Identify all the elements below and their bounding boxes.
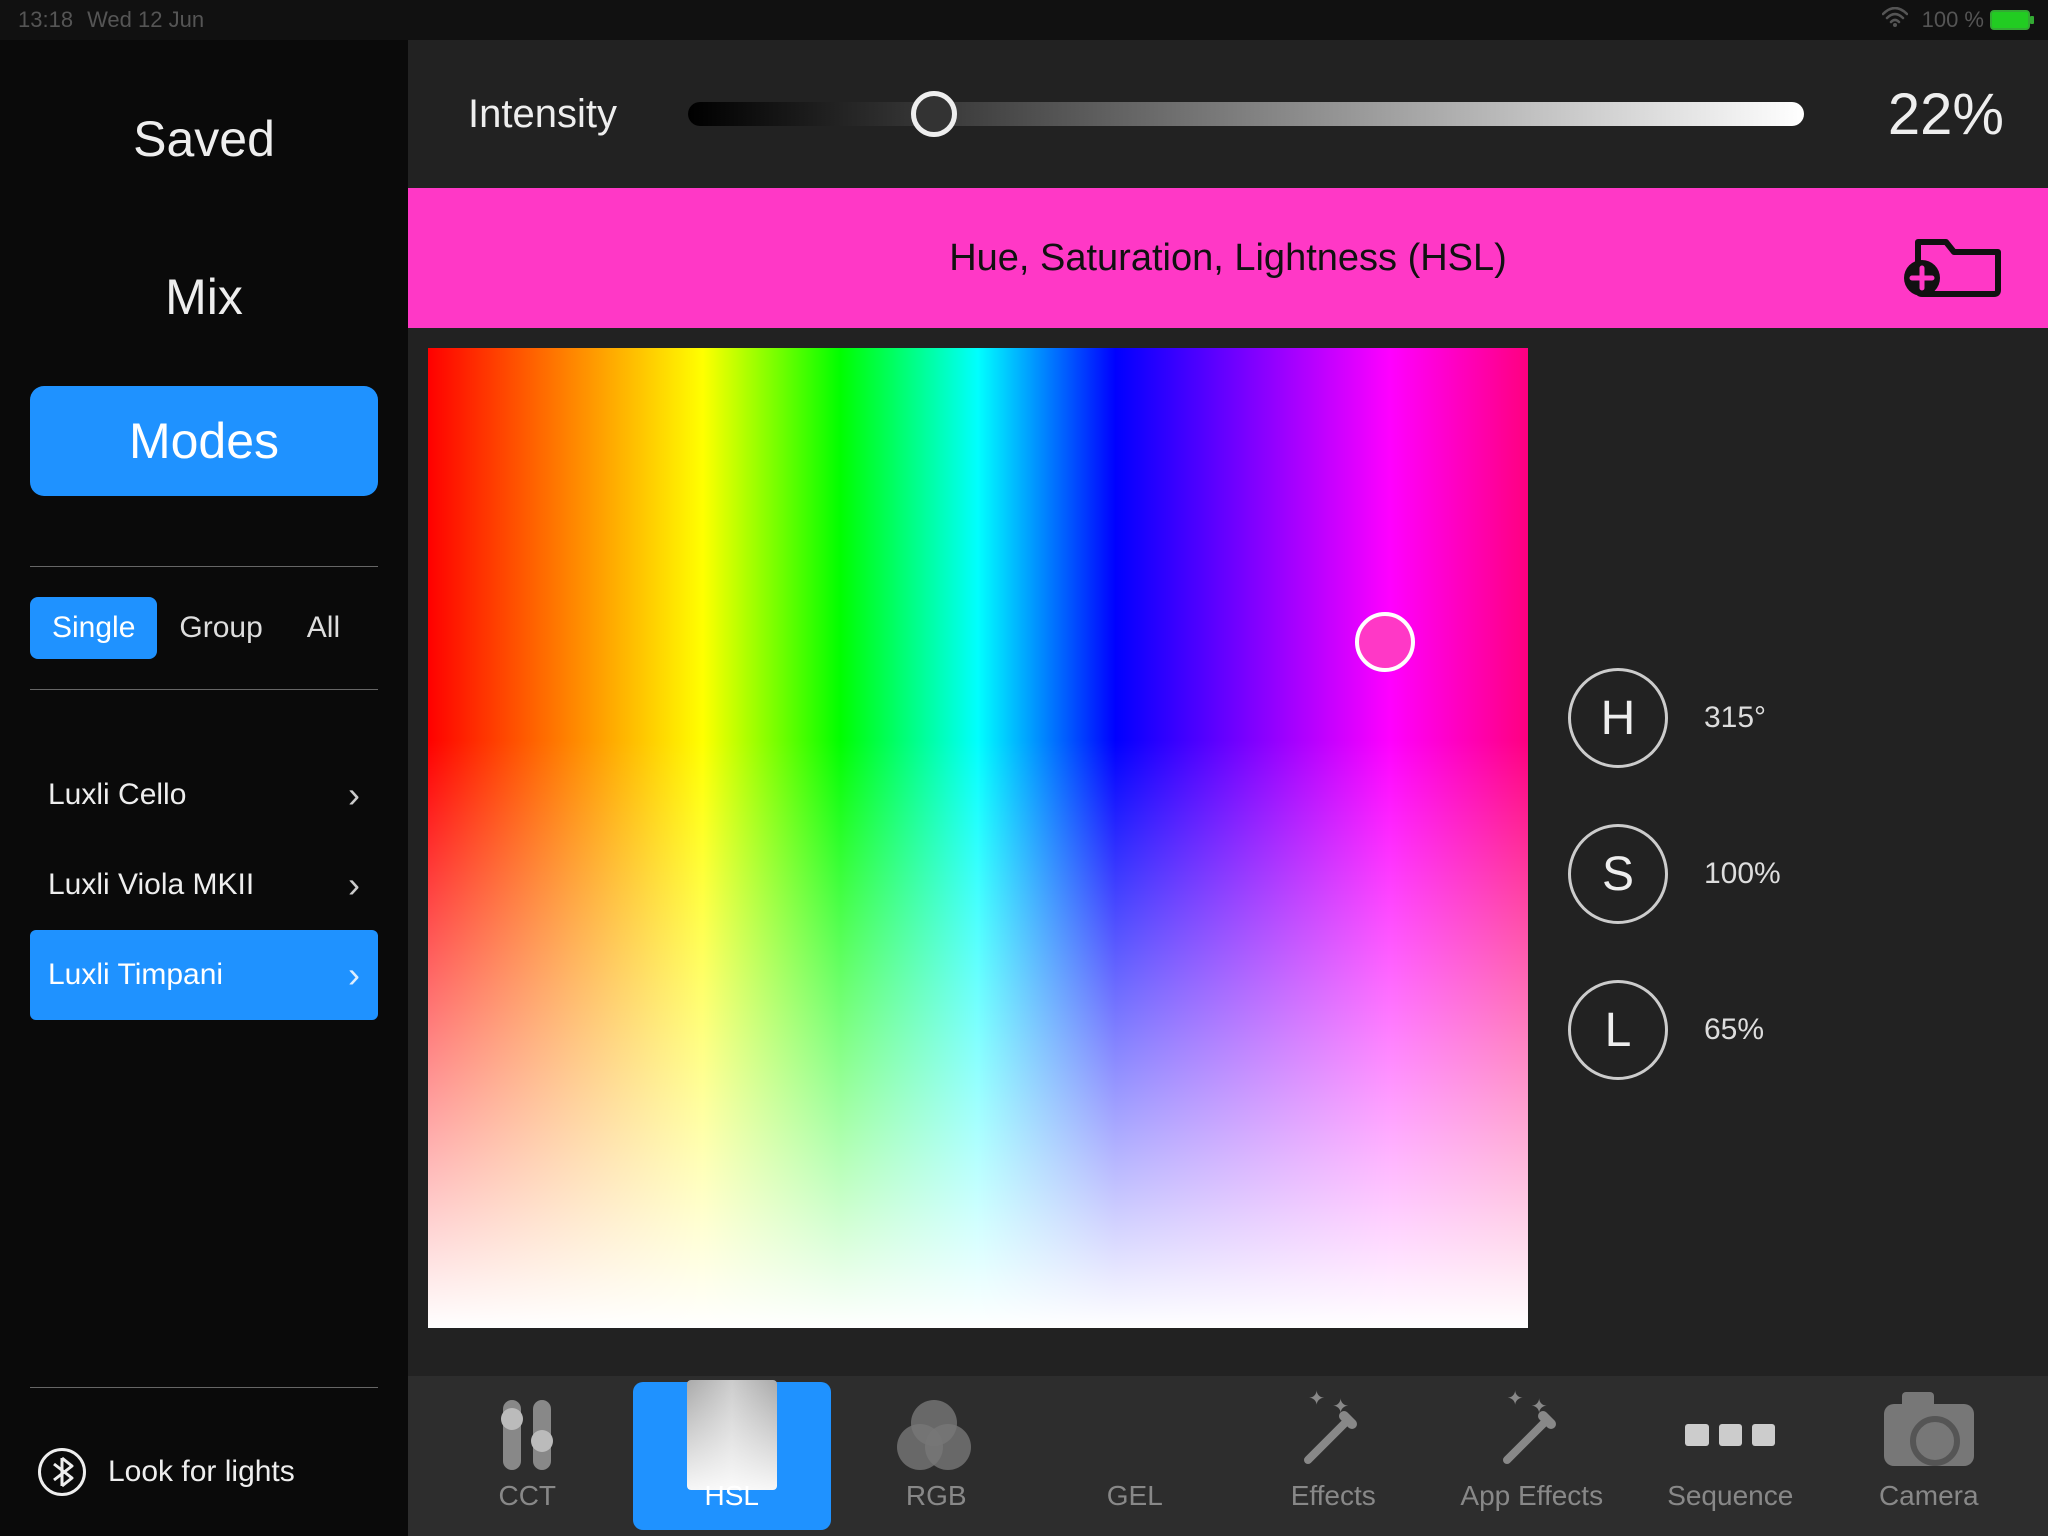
tab-sequence[interactable]: Sequence (1631, 1376, 1830, 1536)
chevron-right-icon: › (348, 774, 360, 816)
device-list: Luxli Cello › Luxli Viola MKII › Luxli T… (30, 750, 378, 1020)
magic-wand-sparkle-icon: ✦✦ (1487, 1400, 1577, 1470)
bottom-tab-bar: CCT HSL RGB GEL ✦✦ (408, 1376, 2048, 1536)
saturation-readout[interactable]: S 100% (1568, 824, 1781, 924)
swatches-grid-icon (1090, 1400, 1180, 1470)
device-name: Luxli Timpani (48, 958, 223, 992)
tab-rgb[interactable]: RGB (837, 1376, 1036, 1536)
hsl-color-canvas[interactable] (428, 348, 1528, 1328)
main-panel: Intensity 22% Hue, Saturation, Lightness… (408, 40, 2048, 1536)
divider (30, 689, 378, 690)
status-bar: 13:18 Wed 12 Jun 100 % (0, 0, 2048, 40)
tab-label: RGB (906, 1480, 967, 1512)
lightness-readout[interactable]: L 65% (1568, 980, 1781, 1080)
seg-single[interactable]: Single (30, 597, 157, 659)
nav-mix[interactable]: Mix (30, 268, 378, 326)
hsl-picker-indicator[interactable] (1355, 612, 1415, 672)
hsl-workspace: H 315° S 100% L 65% (408, 328, 2048, 1376)
bluetooth-refresh-icon (38, 1448, 86, 1496)
chevron-right-icon: › (348, 864, 360, 906)
status-date: Wed 12 Jun (87, 7, 204, 33)
hue-value: 315° (1704, 701, 1766, 735)
nav-modes[interactable]: Modes (30, 386, 378, 496)
tab-gel[interactable]: GEL (1036, 1376, 1235, 1536)
tab-app-effects[interactable]: ✦✦ App Effects (1433, 1376, 1632, 1536)
add-to-folder-button[interactable] (1898, 218, 2008, 298)
battery-indicator: 100 % (1922, 7, 2030, 33)
sliders-icon (482, 1400, 572, 1470)
lightness-circle-icon: L (1568, 980, 1668, 1080)
mode-banner-title: Hue, Saturation, Lightness (HSL) (949, 237, 1507, 280)
nav-saved[interactable]: Saved (30, 110, 378, 168)
magic-wand-icon: ✦✦ (1288, 1400, 1378, 1470)
tab-label: App Effects (1460, 1480, 1603, 1512)
tab-effects[interactable]: ✦✦ Effects (1234, 1376, 1433, 1536)
divider (30, 1387, 378, 1388)
scope-segmented-control: Single Group All (30, 597, 378, 659)
device-name: Luxli Cello (48, 778, 186, 812)
battery-icon (1990, 10, 2030, 30)
saturation-value: 100% (1704, 857, 1781, 891)
chevron-right-icon: › (348, 954, 360, 996)
venn-circles-icon (891, 1400, 981, 1470)
lightness-value: 65% (1704, 1013, 1764, 1047)
intensity-value: 22% (1844, 81, 2004, 148)
tab-camera[interactable]: Camera (1830, 1376, 2029, 1536)
tab-label: Effects (1291, 1480, 1376, 1512)
hue-circle-icon: H (1568, 668, 1668, 768)
hsl-readouts: H 315° S 100% L 65% (1568, 668, 1781, 1356)
device-row[interactable]: Luxli Viola MKII › (30, 840, 378, 930)
battery-percent: 100 % (1922, 7, 1984, 33)
tab-hsl[interactable]: HSL (633, 1382, 832, 1530)
wifi-icon (1882, 7, 1908, 33)
tab-label: Camera (1879, 1480, 1979, 1512)
hsl-gradient-icon (687, 1400, 777, 1470)
tab-cct[interactable]: CCT (428, 1376, 627, 1536)
tab-label: GEL (1107, 1480, 1163, 1512)
tab-label: CCT (498, 1480, 556, 1512)
status-time: 13:18 (18, 7, 73, 33)
hue-readout[interactable]: H 315° (1568, 668, 1781, 768)
sequence-blocks-icon (1685, 1400, 1775, 1470)
divider (30, 566, 378, 567)
intensity-slider[interactable] (688, 102, 1804, 126)
saturation-circle-icon: S (1568, 824, 1668, 924)
device-row[interactable]: Luxli Cello › (30, 750, 378, 840)
tab-label: Sequence (1667, 1480, 1793, 1512)
mode-banner: Hue, Saturation, Lightness (HSL) (408, 188, 2048, 328)
intensity-row: Intensity 22% (408, 40, 2048, 188)
seg-group[interactable]: Group (157, 597, 284, 659)
sidebar: Saved Mix Modes Single Group All Luxli C… (0, 40, 408, 1536)
camera-icon (1884, 1400, 1974, 1470)
device-row[interactable]: Luxli Timpani › (30, 930, 378, 1020)
intensity-label: Intensity (468, 92, 688, 137)
seg-all[interactable]: All (285, 597, 362, 659)
intensity-slider-thumb[interactable] (911, 91, 957, 137)
look-for-lights-label: Look for lights (108, 1455, 295, 1489)
tab-label: HSL (705, 1480, 759, 1512)
device-name: Luxli Viola MKII (48, 868, 254, 902)
look-for-lights-button[interactable]: Look for lights (30, 1418, 378, 1536)
